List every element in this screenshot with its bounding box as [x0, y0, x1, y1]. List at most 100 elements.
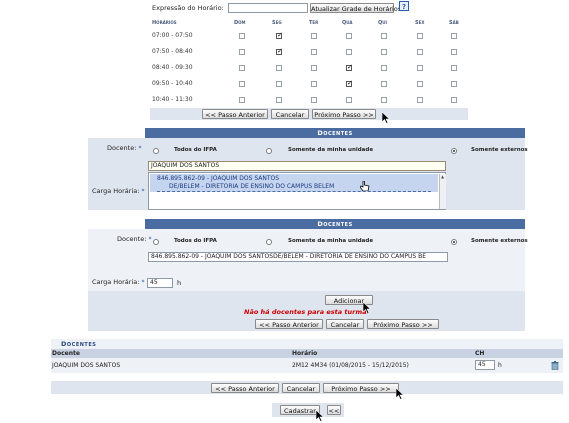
cancel-button-2[interactable]: Cancelar [326, 319, 364, 329]
schedule-checkbox-dom[interactable] [239, 49, 245, 55]
day-header-dom: Dom [234, 20, 246, 26]
schedule-checkbox-qua[interactable] [346, 63, 353, 71]
row-docente: JOAQUIM DOS SANTOS [52, 362, 121, 369]
docentes-list-section: Docentes Docente Horário CH JOAQUIM DOS … [51, 339, 563, 373]
submit-button[interactable]: Cadastrar [280, 405, 320, 415]
col-header-horario: Horário [292, 350, 318, 357]
schedule-checkbox-qua[interactable] [346, 97, 352, 103]
row-ch-unit: h [498, 362, 502, 369]
cancel-button-3[interactable]: Cancelar [282, 383, 320, 393]
day-header-qua: Qua [342, 20, 353, 26]
schedule-checkbox-seg[interactable] [276, 97, 282, 103]
trash-icon[interactable] [551, 361, 559, 371]
nav-bar-1: << Passo Anterior Cancelar Próximo Passo… [150, 108, 468, 120]
schedule-checkbox-seg[interactable] [276, 81, 282, 87]
carga-horaria-label: Carga Horária: * [92, 187, 145, 195]
docentes-panel-2-title: Docentes [145, 219, 525, 229]
day-header-qui: Qui [378, 20, 387, 26]
expression-input[interactable] [228, 3, 308, 13]
schedule-checkbox-dom[interactable] [239, 65, 245, 71]
day-header-seg: Seg [272, 20, 282, 26]
next-step-button-3[interactable]: Próximo Passo >> [323, 383, 399, 393]
radio-todos-ifpa[interactable] [153, 148, 159, 154]
schedule-checkbox-ter[interactable] [311, 33, 317, 39]
col-header-docente: Docente [52, 350, 80, 357]
schedule-checkbox-sex[interactable] [417, 65, 423, 71]
schedule-checkbox-sáb[interactable] [451, 33, 457, 39]
docente-label: Docente: * [107, 144, 142, 152]
help-icon[interactable]: ? [399, 1, 409, 11]
docente-select[interactable]: 846.895.862-09 - JOAQUIM DOS SANTOSDE/BE… [148, 252, 448, 262]
cancel-button[interactable]: Cancelar [271, 109, 309, 119]
schedule-checkbox-ter[interactable] [311, 49, 317, 55]
docentes-list-title: Docentes [61, 340, 97, 348]
docentes-panel-2: Docente: * Todos do IFPA Somente da minh… [88, 229, 528, 291]
suggestion-line-1: 846.895.862-09 - JOAQUIM DOS SANTOS [157, 175, 280, 182]
prev-step-button[interactable]: << Passo Anterior [202, 109, 268, 119]
schedule-checkbox-sex[interactable] [417, 33, 423, 39]
back-button[interactable]: << [327, 405, 341, 415]
prev-step-button-2[interactable]: << Passo Anterior [255, 319, 323, 329]
empty-message: Não há docentes para esta turma. [244, 308, 369, 316]
schedule-checkbox-dom[interactable] [239, 33, 245, 39]
row-horario: 2M12 4M34 (01/08/2015 - 15/12/2015) [292, 362, 409, 369]
schedule-checkbox-seg[interactable] [276, 47, 283, 55]
schedule-checkbox-qua[interactable] [346, 49, 352, 55]
schedule-checkbox-qui[interactable] [381, 97, 387, 103]
col-header-ch: CH [475, 350, 485, 357]
schedule-checkbox-sex[interactable] [417, 49, 423, 55]
schedule-checkbox-ter[interactable] [311, 97, 317, 103]
schedule-time-label: 09:50 - 10:40 [152, 80, 193, 87]
suggestion-line-2: DE/BELEM - DIRETORIA DE ENSINO DO CAMPUS… [169, 183, 335, 190]
schedule-checkbox-qua[interactable] [346, 79, 353, 87]
radio-todos-ifpa-2[interactable] [153, 239, 159, 245]
next-step-button[interactable]: Próximo Passo >> [312, 109, 376, 119]
radio-minha-unidade-2[interactable] [266, 239, 272, 245]
schedule-checkbox-sáb[interactable] [451, 65, 457, 71]
schedule-time-label: 10:40 - 11:30 [152, 96, 193, 103]
schedule-checkbox-qua[interactable] [346, 33, 352, 39]
carga-horaria-input[interactable]: 45 [147, 278, 173, 288]
schedule-time-label: 07:50 - 08:40 [152, 48, 193, 55]
next-step-button-2[interactable]: Próximo Passo >> [367, 319, 439, 329]
update-schedule-button[interactable]: Atualizar Grade de Horários [310, 3, 401, 13]
schedule-checkbox-qui[interactable] [381, 65, 387, 71]
radio-todos-ifpa-label: Todos do IFPA [174, 147, 217, 153]
table-row: JOAQUIM DOS SANTOS 2M12 4M34 (01/08/2015… [51, 359, 563, 371]
dropdown-scrollbar[interactable]: ▲ [439, 174, 446, 209]
schedule-checkbox-ter[interactable] [311, 81, 317, 87]
suggestion-divider [157, 191, 431, 192]
schedule-checkbox-qui[interactable] [381, 81, 387, 87]
schedule-checkbox-sáb[interactable] [451, 81, 457, 87]
schedule-checkbox-sáb[interactable] [451, 49, 457, 55]
radio-somente-externos-2[interactable] [451, 239, 457, 245]
scroll-up-icon[interactable]: ▲ [440, 174, 445, 179]
schedule-checkbox-dom[interactable] [239, 97, 245, 103]
time-column-header: Horários [152, 20, 177, 26]
radio-somente-externos-label-2: Somente externos [471, 238, 528, 244]
schedule-checkbox-sex[interactable] [417, 97, 423, 103]
autocomplete-suggestion[interactable]: 846.895.862-09 - JOAQUIM DOS SANTOS DE/B… [150, 174, 438, 192]
radio-somente-externos-label: Somente externos [471, 147, 528, 153]
schedule-checkbox-sáb[interactable] [451, 97, 457, 103]
row-ch-input[interactable]: 45 [475, 360, 495, 370]
radio-minha-unidade[interactable] [266, 148, 272, 154]
radio-somente-externos[interactable] [451, 148, 457, 154]
schedule-checkbox-seg[interactable] [276, 65, 282, 71]
nav-bar-3: << Passo Anterior Cancelar Próximo Passo… [51, 381, 563, 394]
docente-search-input[interactable]: JOAQUIM DOS SANTOS [148, 161, 446, 171]
docentes-list-header: Docente Horário CH [51, 349, 563, 358]
day-header-sab: Sáb [449, 20, 459, 26]
day-header-sex: Sex [415, 20, 425, 26]
day-header-ter: Ter [309, 20, 319, 26]
final-bar: Cadastrar << [272, 403, 344, 417]
schedule-checkbox-qui[interactable] [381, 33, 387, 39]
prev-step-button-3[interactable]: << Passo Anterior [211, 383, 279, 393]
schedule-checkbox-ter[interactable] [311, 65, 317, 71]
radio-todos-ifpa-label-2: Todos do IFPA [174, 238, 217, 244]
schedule-checkbox-sex[interactable] [417, 81, 423, 87]
schedule-checkbox-dom[interactable] [239, 81, 245, 87]
add-docente-bar: Adicionar Não há docentes para esta turm… [88, 291, 525, 331]
schedule-checkbox-seg[interactable] [276, 31, 283, 39]
schedule-checkbox-qui[interactable] [381, 49, 387, 55]
